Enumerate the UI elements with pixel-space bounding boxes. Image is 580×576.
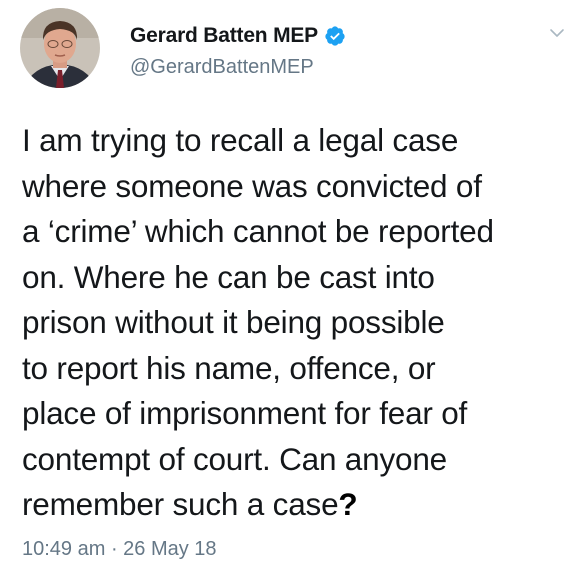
avatar[interactable] [20, 8, 100, 88]
tweet-timestamp[interactable]: 10:49 am · 26 May 18 [22, 538, 217, 561]
tweet-text-question-mark: ? [338, 486, 358, 522]
author-display-name[interactable]: Gerard Batten MEP [130, 24, 318, 48]
verified-badge-icon [325, 26, 345, 46]
tweet-text-body: I am trying to recall a legal case where… [22, 122, 494, 522]
author-name-row[interactable]: Gerard Batten MEP [130, 22, 346, 50]
chevron-down-icon[interactable] [548, 24, 566, 42]
tweet-text: I am trying to recall a legal case where… [22, 118, 578, 528]
tweet-card: Gerard Batten MEP @GerardBattenMEP I am … [0, 0, 580, 576]
author-handle[interactable]: @GerardBattenMEP [130, 56, 314, 79]
